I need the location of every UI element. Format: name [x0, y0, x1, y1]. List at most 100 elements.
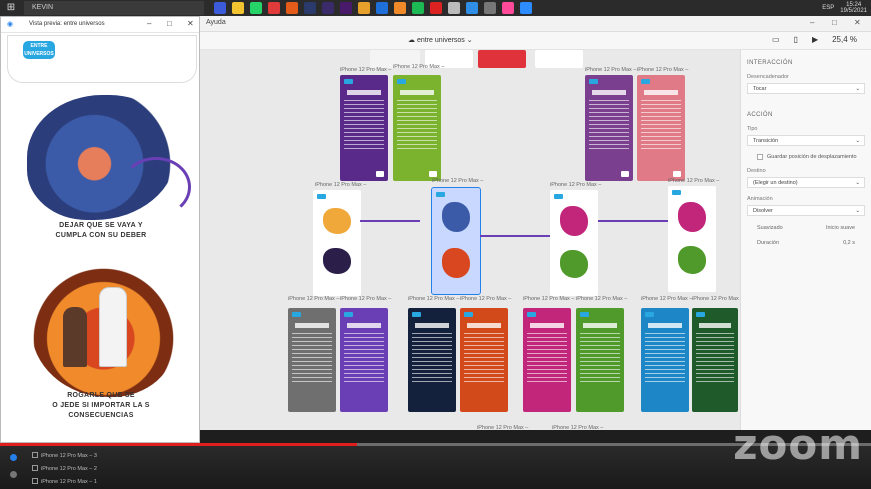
tray-language[interactable]: ESP [822, 5, 834, 11]
artboard-top-4[interactable] [535, 50, 583, 68]
artboard-illustration [441, 202, 471, 232]
layer-item[interactable]: iPhone 12 Pro Max – 1 [32, 478, 97, 485]
save-scroll-checkbox[interactable]: Guardar posición de desplazamiento [747, 154, 865, 160]
artboard-heading [530, 322, 564, 328]
tray-clock[interactable]: 15:24 19/5/2021 [840, 2, 867, 14]
artboard-top-3[interactable] [478, 50, 526, 68]
app-zoom-icon[interactable] [520, 2, 532, 14]
desktop-preview-icon[interactable]: ▭ [772, 35, 780, 44]
artboard-row3-2[interactable] [340, 308, 388, 412]
destination-select[interactable]: (Elegir un destino) ⌄ [747, 177, 865, 188]
play-icon[interactable]: ▶ [812, 35, 818, 44]
artboard-row3-6[interactable] [576, 308, 624, 412]
app-teams-icon[interactable] [214, 2, 226, 14]
maximize-icon[interactable]: □ [167, 19, 172, 28]
app-whatsapp-icon[interactable] [250, 2, 262, 14]
app-chrome-icon[interactable] [394, 2, 406, 14]
assets-icon[interactable] [10, 471, 17, 478]
app-folder-icon[interactable] [232, 2, 244, 14]
app-indesign-icon[interactable] [268, 2, 280, 14]
artboard-row3-8[interactable] [692, 308, 738, 412]
artboard-row2-4[interactable] [668, 186, 716, 292]
artboard-logo [464, 312, 473, 317]
artboard-row2-1[interactable] [313, 190, 361, 296]
artboard-heading [644, 89, 678, 95]
app-lightroom-icon[interactable] [304, 2, 316, 14]
toolbar-right: ▭ ▯ ▶ 25,4 % [772, 35, 857, 44]
trigger-select[interactable]: Tocar ⌄ [747, 83, 865, 94]
preview-window: ◉ Vista previa: entre universos – □ ✕ EN… [0, 16, 200, 443]
artboard-row3-4[interactable] [460, 308, 508, 412]
app-aftereffects-icon[interactable] [322, 2, 334, 14]
layer-label: iPhone 12 Pro Max – 3 [41, 453, 97, 459]
artboard-label: iPhone 12 Pro Max – [340, 67, 392, 73]
artboard-row3-5[interactable] [523, 308, 571, 412]
menu-help[interactable]: Ayuda [206, 19, 226, 26]
app-photoshop-icon[interactable] [376, 2, 388, 14]
artboard-row3-7[interactable] [641, 308, 689, 412]
minimize-icon[interactable]: – [810, 18, 814, 27]
artboard-body-text [526, 332, 568, 383]
app-calculator-icon[interactable] [484, 2, 496, 14]
minimize-icon[interactable]: – [147, 19, 151, 28]
app-opera-icon[interactable] [286, 2, 298, 14]
artboard-row1-1[interactable] [340, 75, 388, 181]
zoom-watermark: zoom [733, 420, 863, 469]
artboard-body-text [579, 332, 621, 383]
brand-logo[interactable]: ENTRE UNIVERSOS [23, 41, 55, 59]
app-red-icon[interactable] [430, 2, 442, 14]
app-spotify-icon[interactable] [412, 2, 424, 14]
zoom-level[interactable]: 25,4 % [832, 35, 857, 44]
artboard-illustration [441, 248, 471, 278]
artboard-row1-4[interactable] [637, 75, 685, 181]
artboard-illustration [559, 206, 589, 236]
heading-2-line: CONSECUENCIAS [68, 412, 134, 419]
artboard-row3-3[interactable] [408, 308, 456, 412]
artboard-row2-2-selected[interactable] [431, 187, 481, 295]
design-canvas[interactable]: iPhone 12 Pro Max – iPhone 12 Pro Max – … [200, 50, 740, 430]
layer-label: iPhone 12 Pro Max – 2 [41, 466, 97, 472]
chevron-down-icon: ⌄ [855, 138, 860, 144]
artboard-label: iPhone 12 Pro Max – [432, 178, 484, 184]
artboard-heading [347, 322, 381, 328]
artboard-logo [696, 312, 705, 317]
taskbar-search[interactable]: KEVIN [24, 1, 204, 15]
app-premiere-icon[interactable] [340, 2, 352, 14]
start-icon[interactable]: ⊞ [4, 1, 18, 15]
duration-row[interactable]: Duración 0,2 s [747, 240, 865, 246]
character-scientist [99, 287, 127, 367]
artboard-label: iPhone 12 Pro Max – [460, 296, 512, 302]
option-heading-1[interactable]: DEJAR QUE SE VAYA Y CUMPLA CON SU DEBER [1, 221, 199, 241]
close-icon[interactable]: ✕ [854, 18, 861, 27]
artboard-heading [400, 89, 434, 95]
app-store-icon[interactable] [448, 2, 460, 14]
device-icon[interactable]: ▯ [794, 35, 798, 44]
layer-item[interactable]: iPhone 12 Pro Max – 3 [32, 452, 97, 459]
artboard-button [621, 171, 629, 177]
layer-item[interactable]: iPhone 12 Pro Max – 2 [32, 465, 97, 472]
app-xd-icon[interactable] [502, 2, 514, 14]
artboard-button [673, 171, 681, 177]
artboard-row2-3[interactable] [550, 190, 598, 296]
type-select[interactable]: Transición ⌄ [747, 135, 865, 146]
app-edge-icon[interactable] [466, 2, 478, 14]
artboard-heading [592, 89, 626, 95]
animation-select[interactable]: Disolver ⌄ [747, 205, 865, 216]
artboard-label: iPhone 12 Pro Max – [668, 178, 720, 184]
layers-icon[interactable] [10, 454, 17, 461]
artboard-row1-3[interactable] [585, 75, 633, 181]
document-title[interactable]: ☁ entre universos ⌄ [408, 36, 473, 44]
artboard-row3-1[interactable] [288, 308, 336, 412]
artboard-label: iPhone 12 Pro Max – [552, 425, 604, 430]
artboard-icon [32, 465, 38, 471]
maximize-icon[interactable]: □ [832, 18, 837, 27]
app-illustrator-icon[interactable] [358, 2, 370, 14]
artboard-illustration [559, 250, 589, 278]
close-icon[interactable]: ✕ [187, 19, 194, 28]
easing-row[interactable]: Suavizado Inicio suave [747, 225, 865, 231]
properties-panel: INTERACCIÓN Desencadenador Tocar ⌄ ACCIÓN… [740, 50, 871, 430]
artboard-logo [589, 79, 598, 84]
artboard-body-text [640, 100, 682, 152]
artboard-row1-2[interactable] [393, 75, 441, 181]
option-heading-2[interactable]: ROGARLE QUE SE O JEDE SI IMPORTAR LA S C… [1, 391, 199, 421]
